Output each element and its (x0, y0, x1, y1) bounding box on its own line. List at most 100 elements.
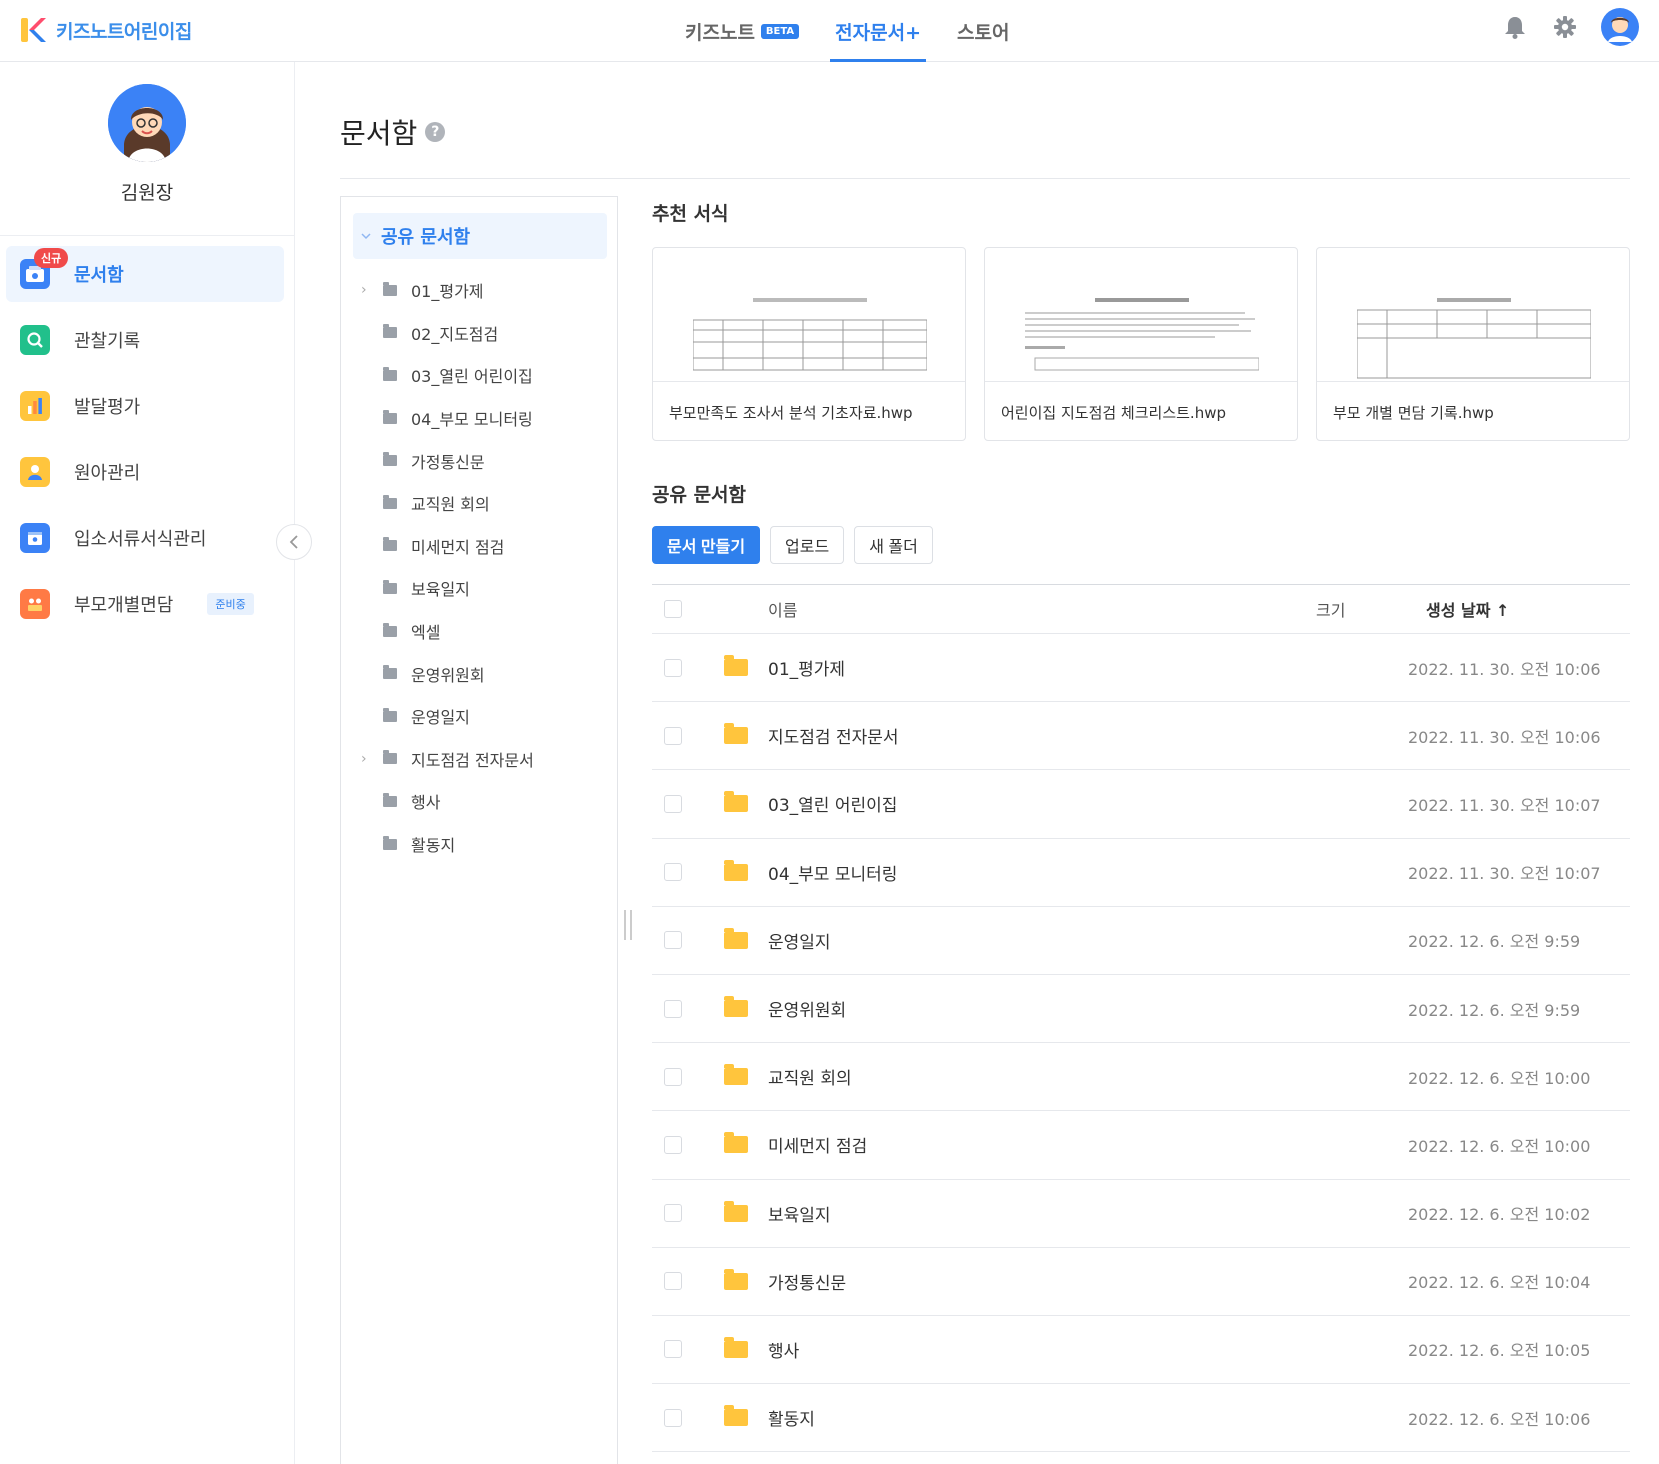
tree-item[interactable]: 행사 (341, 780, 617, 823)
row-date: 2022. 12. 6. 오전 9:59 (1408, 932, 1581, 952)
folder-icon (383, 452, 397, 467)
row-name[interactable]: 가정통신문 (768, 1269, 1298, 1294)
upload-button[interactable]: 업로드 (770, 526, 845, 564)
table-row[interactable]: 미세먼지 점검 2022. 12. 6. 오전 10:00 (652, 1111, 1630, 1180)
nav-store[interactable]: 스토어 (952, 0, 1014, 62)
row-checkbox[interactable] (664, 1067, 682, 1086)
sidebar-item-docbox[interactable]: 신규 문서함 (6, 246, 284, 302)
row-checkbox[interactable] (664, 794, 682, 813)
table-row[interactable]: 가정통신문 2022. 12. 6. 오전 10:04 (652, 1248, 1630, 1316)
tree-item[interactable]: 04_부모 모니터링 (341, 397, 617, 440)
create-document-button[interactable]: 문서 만들기 (652, 526, 761, 564)
row-icon-cell (724, 1336, 750, 1358)
row-name[interactable]: 보육일지 (768, 1201, 1298, 1226)
folder-icon (724, 1268, 748, 1290)
template-card[interactable]: 부모 개별 면담 기록.hwp (1316, 247, 1630, 441)
tree-item[interactable]: 보육일지 (341, 567, 617, 610)
row-date: 2022. 11. 30. 오전 10:06 (1408, 727, 1601, 747)
row-icon-cell (724, 1405, 750, 1427)
row-name[interactable]: 활동지 (768, 1405, 1298, 1430)
tree-item[interactable]: 교직원 회의 (341, 482, 617, 525)
sidebar-item-parent-meeting[interactable]: 부모개별면담 준비중 (6, 576, 284, 632)
table-row[interactable]: 지도점검 전자문서 2022. 11. 30. 오전 10:06 (652, 702, 1630, 771)
tree-item[interactable]: 엑셀 (341, 610, 617, 653)
sidebar-item-observation[interactable]: 관찰기록 (6, 312, 284, 368)
folder-icon (383, 366, 397, 381)
bell-icon[interactable] (1501, 13, 1529, 41)
column-name[interactable]: 이름 (768, 597, 1316, 621)
tree-item[interactable]: 가정통신문 (341, 439, 617, 482)
row-name[interactable]: 03_열린 어린이집 (768, 791, 1298, 816)
table-row[interactable]: 03_열린 어린이집 2022. 11. 30. 오전 10:07 (652, 770, 1630, 839)
sidebar-item-children[interactable]: 원아관리 (6, 444, 284, 500)
tree-item[interactable]: 02_지도점검 (341, 312, 617, 355)
tree-root-shared[interactable]: 공유 문서함 (353, 213, 607, 259)
template-card[interactable]: 부모만족도 조사서 분석 기초자료.hwp (652, 247, 966, 441)
tree-item[interactable]: 활동지 (341, 823, 617, 866)
profile-avatar[interactable] (108, 84, 186, 162)
folder-icon (383, 281, 397, 296)
row-checkbox[interactable] (664, 999, 682, 1018)
tree-item[interactable]: 운영일지 (341, 695, 617, 738)
row-name[interactable]: 운영위원회 (768, 996, 1298, 1021)
folder-icon (383, 537, 397, 552)
row-checkbox[interactable] (664, 658, 682, 677)
row-name[interactable]: 04_부모 모니터링 (768, 860, 1298, 885)
user-avatar[interactable] (1601, 8, 1639, 46)
template-thumbnail (653, 248, 965, 382)
tree-item-label: 운영위원회 (411, 665, 485, 685)
template-card[interactable]: 어린이집 지도점검 체크리스트.hwp (984, 247, 1298, 441)
sidebar-collapse-button[interactable] (276, 524, 312, 560)
gear-icon[interactable] (1551, 13, 1579, 41)
row-icon-cell (724, 927, 750, 949)
panel-resize-handle[interactable] (624, 910, 632, 940)
column-date[interactable]: 생성 날짜 ↑ (1426, 597, 1509, 621)
table-row[interactable]: 보육일지 2022. 12. 6. 오전 10:02 (652, 1180, 1630, 1248)
row-checkbox[interactable] (664, 931, 682, 950)
tree-item[interactable]: 03_열린 어린이집 (341, 354, 617, 397)
sidebar-item-label: 관찰기록 (74, 331, 141, 352)
row-name[interactable]: 지도점검 전자문서 (768, 723, 1298, 748)
table-row[interactable]: 운영위원회 2022. 12. 6. 오전 9:59 (652, 975, 1630, 1044)
sidebar-item-development[interactable]: 발달평가 (6, 378, 284, 434)
tree-item[interactable]: › 지도점검 전자문서 (341, 738, 617, 781)
sidebar-item-label: 입소서류서식관리 (74, 529, 207, 550)
column-size[interactable]: 크기 (1316, 597, 1426, 621)
tree-item[interactable]: 운영위원회 (341, 652, 617, 695)
title-divider (340, 178, 1630, 179)
chevron-right-icon[interactable]: › (361, 751, 377, 767)
row-checkbox[interactable] (664, 726, 682, 745)
new-folder-button[interactable]: 새 폴더 (854, 526, 933, 564)
help-icon[interactable]: ? (425, 122, 446, 142)
row-checkbox[interactable] (664, 1340, 682, 1359)
table-row[interactable]: 행사 2022. 12. 6. 오전 10:05 (652, 1316, 1630, 1385)
row-checkbox[interactable] (664, 1204, 682, 1223)
folder-tree: 공유 문서함 › 01_평가제 02_지도점검 03_열린 어린이집 04_부모 모니터… (340, 196, 618, 1464)
chevron-right-icon[interactable]: › (361, 282, 377, 298)
select-all-checkbox[interactable] (664, 600, 682, 618)
nav-edocs[interactable]: 전자문서+ (830, 0, 926, 62)
tree-item[interactable]: › 01_평가제 (341, 269, 617, 312)
row-name[interactable]: 운영일지 (768, 928, 1298, 953)
row-name[interactable]: 미세먼지 점검 (768, 1132, 1298, 1157)
row-checkbox[interactable] (664, 1272, 682, 1291)
table-row[interactable]: 운영일지 2022. 12. 6. 오전 9:59 (652, 907, 1630, 975)
row-name[interactable]: 01_평가제 (768, 655, 1298, 680)
table-row[interactable]: 04_부모 모니터링 2022. 11. 30. 오전 10:07 (652, 839, 1630, 907)
sidebar-item-forms[interactable]: 입소서류서식관리 (6, 510, 284, 566)
row-checkbox[interactable] (664, 1135, 682, 1154)
table-row[interactable]: 활동지 2022. 12. 6. 오전 10:06 (652, 1384, 1630, 1453)
table-row[interactable]: 01_평가제 2022. 11. 30. 오전 10:06 (652, 634, 1630, 703)
row-name[interactable]: 행사 (768, 1337, 1298, 1362)
row-name[interactable]: 교직원 회의 (768, 1064, 1298, 1089)
row-checkbox[interactable] (664, 863, 682, 882)
table-row[interactable]: 교직원 회의 2022. 12. 6. 오전 10:00 (652, 1043, 1630, 1112)
sidebar-item-label: 문서함 (74, 265, 124, 286)
folder-icon (724, 859, 748, 881)
row-date: 2022. 12. 6. 오전 10:05 (1408, 1341, 1591, 1361)
nav-kidsnote[interactable]: 키즈노트 BETA (680, 0, 804, 62)
brand[interactable]: 키즈노트어린이집 (20, 12, 192, 48)
tree-item[interactable]: 미세먼지 점검 (341, 525, 617, 568)
row-checkbox[interactable] (664, 1408, 682, 1427)
folder-icon (383, 622, 397, 637)
